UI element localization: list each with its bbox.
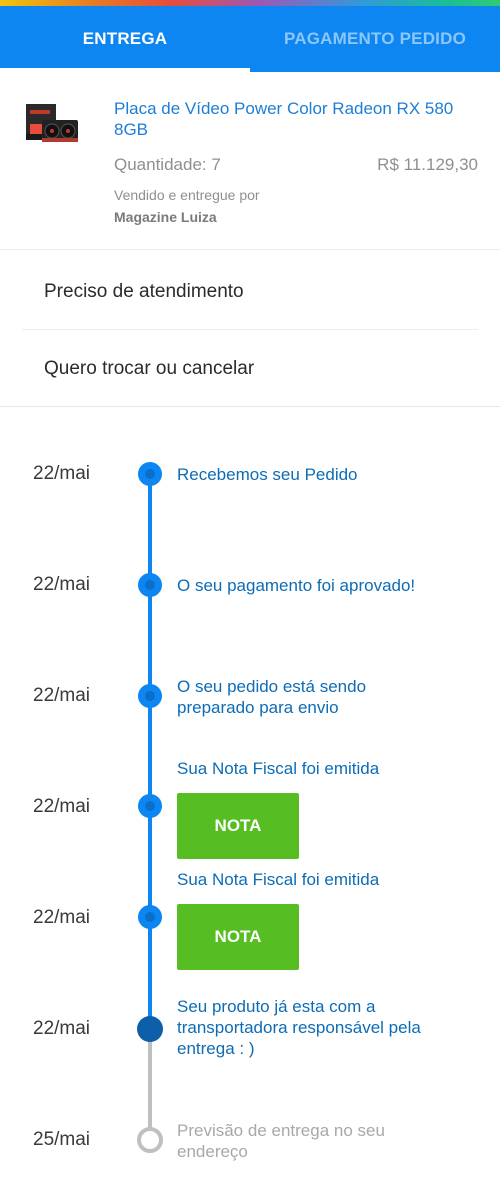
timeline-event-pending: Previsão de entrega no seu endereço <box>177 1121 385 1161</box>
timeline-dot-done <box>138 684 162 708</box>
seller-name: Magazine Luiza <box>114 209 217 225</box>
divider <box>22 329 478 330</box>
timeline-date: 25/mai <box>33 1129 91 1150</box>
timeline-pending-line <box>148 1039 152 1135</box>
timeline-event: Recebemos seu Pedido <box>177 465 358 484</box>
nota-fiscal-button[interactable]: NOTA <box>177 793 299 859</box>
timeline-dot-done <box>138 794 162 818</box>
nota-fiscal-button[interactable]: NOTA <box>177 904 299 970</box>
timeline-progress-line <box>148 467 152 1039</box>
timeline-event: O seu pagamento foi aprovado! <box>177 576 416 595</box>
graphics-card-image <box>24 102 80 152</box>
timeline-dot-current <box>137 1016 163 1042</box>
product-price: R$ 11.129,30 <box>377 155 478 174</box>
tab-entrega[interactable]: ENTREGA <box>0 6 250 72</box>
exchange-cancel-menu-item[interactable]: Quero trocar ou cancelar <box>0 331 500 407</box>
seller-label: Vendido e entregue por <box>114 187 260 203</box>
timeline-date: 22/mai <box>33 1018 91 1039</box>
timeline-dot-done <box>138 462 162 486</box>
exchange-cancel-label: Quero trocar ou cancelar <box>44 358 255 379</box>
timeline-dot-done <box>138 905 162 929</box>
tab-pagamento-pedido[interactable]: PAGAMENTO PEDIDO <box>250 6 500 72</box>
timeline-dot-pending <box>137 1127 163 1153</box>
timeline-event: Sua Nota Fiscal foi emitida <box>177 870 380 889</box>
timeline-date: 22/mai <box>33 907 91 928</box>
timeline-date: 22/mai <box>33 685 91 706</box>
support-label: Preciso de atendimento <box>44 281 244 302</box>
timeline-date: 22/mai <box>33 463 91 484</box>
tab-bar: ENTREGA PAGAMENTO PEDIDO <box>0 6 500 72</box>
product-name[interactable]: Placa de Vídeo Power Color Radeon RX 580… <box>114 98 484 140</box>
timeline-event: O seu pedido está sendo preparado para e… <box>177 677 367 717</box>
timeline-event: Seu produto já esta com a transportadora… <box>177 997 421 1058</box>
support-menu-item[interactable]: Preciso de atendimento <box>0 254 500 330</box>
delivery-timeline: 22/mai Recebemos seu Pedido 22/mai O seu… <box>0 407 500 1177</box>
product-card: Placa de Vídeo Power Color Radeon RX 580… <box>0 72 500 250</box>
product-quantity: Quantidade: 7 <box>114 155 221 174</box>
timeline-event: Sua Nota Fiscal foi emitida <box>177 759 380 778</box>
timeline-date: 22/mai <box>33 796 91 817</box>
timeline-date: 22/mai <box>33 574 91 595</box>
timeline-dot-done <box>138 573 162 597</box>
